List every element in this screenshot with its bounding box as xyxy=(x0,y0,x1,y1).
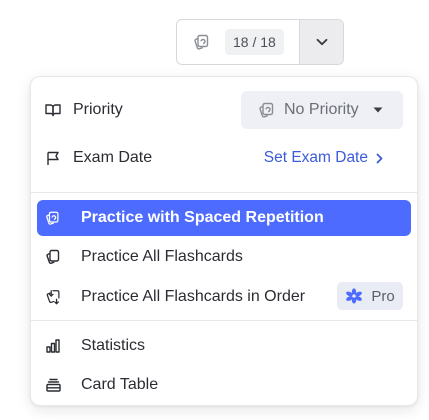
menu-item-label: Practice with Spaced Repetition xyxy=(81,209,324,226)
menu-item-label: Practice All Flashcards in Order xyxy=(81,288,306,305)
priority-select[interactable]: No Priority xyxy=(241,91,403,129)
pro-badge: Pro xyxy=(337,282,403,310)
cards-order-icon xyxy=(45,289,61,305)
exam-date-label: Exam Date xyxy=(73,149,153,166)
practice-main-button[interactable]: 18 / 18 xyxy=(177,20,299,64)
menu-item-card-table[interactable]: Card Table xyxy=(37,367,411,403)
menu-divider xyxy=(31,192,417,193)
practice-dropdown-menu: Priority No Priority Exam Date Set Exam … xyxy=(30,76,418,406)
practice-dropdown-toggle[interactable] xyxy=(299,20,343,64)
priority-row: Priority No Priority xyxy=(37,91,411,129)
pro-badge-label: Pro xyxy=(371,287,395,305)
set-exam-date-link[interactable]: Set Exam Date xyxy=(264,139,383,177)
chevron-down-icon xyxy=(316,38,328,46)
priority-value: No Priority xyxy=(284,101,359,118)
cards-cycle-icon xyxy=(45,210,61,226)
exam-date-row: Exam Date Set Exam Date xyxy=(37,139,411,177)
menu-item-label: Card Table xyxy=(81,376,159,393)
caret-down-icon xyxy=(373,107,383,113)
cards-stack-icon xyxy=(45,249,61,265)
book-open-icon xyxy=(45,102,61,118)
practice-split-button: 18 / 18 xyxy=(176,19,344,65)
card-count-badge: 18 / 18 xyxy=(225,29,284,55)
menu-item-label: Statistics xyxy=(81,337,146,354)
menu-item-spaced-repetition[interactable]: Practice with Spaced Repetition xyxy=(37,200,411,236)
menu-item-label: Practice All Flashcards xyxy=(81,248,243,265)
sparkle-icon xyxy=(345,288,363,304)
menu-item-practice-in-order[interactable]: Practice All Flashcards in Order Pro xyxy=(37,279,411,315)
cards-cycle-icon xyxy=(193,33,211,51)
bar-chart-icon xyxy=(45,338,61,354)
menu-divider xyxy=(31,320,417,321)
table-icon xyxy=(45,377,61,393)
set-exam-date-label: Set Exam Date xyxy=(263,149,368,166)
flag-icon xyxy=(45,150,61,166)
menu-item-practice-all[interactable]: Practice All Flashcards xyxy=(37,239,411,275)
chevron-right-icon xyxy=(376,153,383,164)
cards-cycle-icon xyxy=(258,101,276,119)
menu-item-statistics[interactable]: Statistics xyxy=(37,328,411,364)
priority-label: Priority xyxy=(73,101,123,118)
